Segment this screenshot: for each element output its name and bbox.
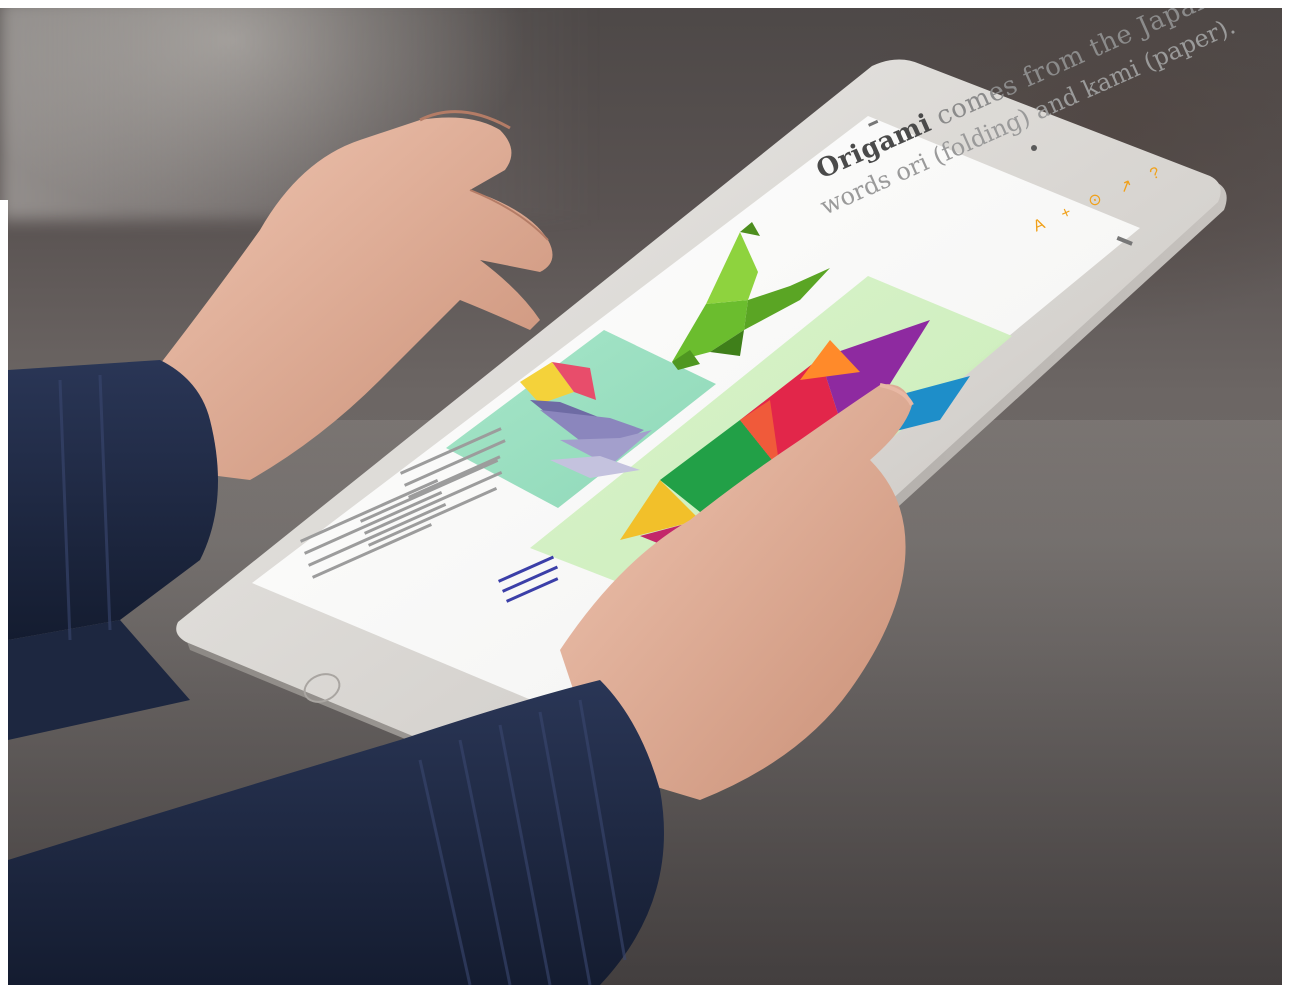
left-lower-sleeve — [8, 620, 190, 740]
image-border-top — [0, 0, 1290, 8]
right-sleeve — [8, 680, 664, 985]
left-sleeve — [8, 360, 218, 640]
image-border-right — [1282, 0, 1290, 985]
image-border-left — [0, 200, 8, 985]
person-arms — [8, 110, 914, 985]
photo-scene: A + ⊙ ↗ ? Origami comes from the Japanes… — [0, 0, 1290, 985]
